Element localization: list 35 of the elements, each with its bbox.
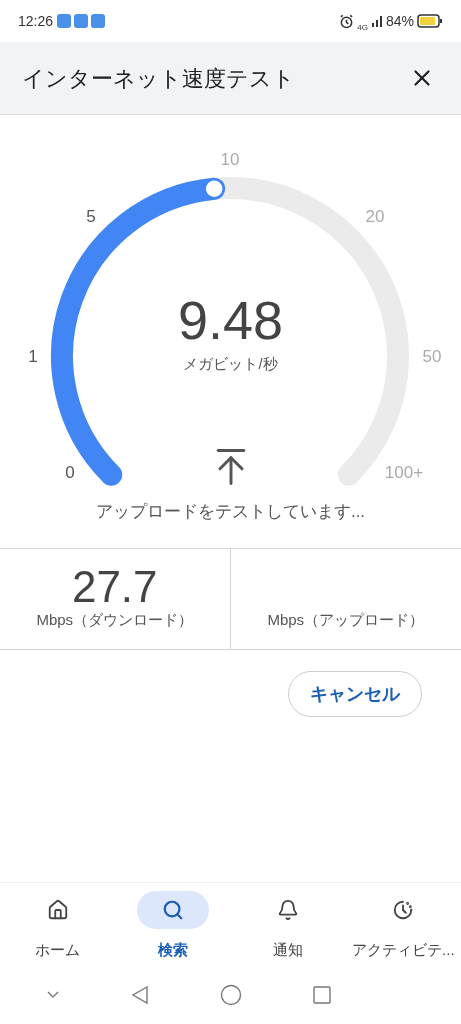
app-notification-icon bbox=[74, 14, 89, 28]
app-notification-icon bbox=[57, 14, 72, 28]
search-icon bbox=[161, 899, 184, 921]
signal-icon bbox=[370, 15, 383, 27]
chevron-down-icon[interactable] bbox=[45, 991, 60, 999]
recents-icon[interactable] bbox=[312, 986, 331, 1004]
gauge-tick-label: 5 bbox=[86, 206, 96, 229]
result-label: Mbps（アップロード） bbox=[267, 609, 425, 630]
bell-icon bbox=[277, 899, 300, 921]
alarm-icon bbox=[339, 13, 355, 29]
battery-icon bbox=[417, 14, 443, 28]
speed-value: 9.48 bbox=[177, 293, 284, 347]
home-circle-icon[interactable] bbox=[219, 984, 242, 1006]
network-type: 4G bbox=[357, 23, 368, 32]
result-label: Mbps（ダウンロード） bbox=[36, 609, 194, 630]
status-text: アップロードをテストしています... bbox=[95, 501, 366, 523]
gauge-tick-label: 100+ bbox=[384, 462, 424, 485]
nav-tab[interactable]: アクティビテ... bbox=[345, 891, 461, 974]
app-notification-icon bbox=[91, 14, 106, 28]
home-icon bbox=[46, 899, 69, 921]
gauge-tick-label: 20 bbox=[365, 206, 385, 229]
result-value: 27.7 bbox=[71, 564, 158, 609]
nav-tab[interactable]: 検索 bbox=[115, 891, 231, 974]
nav-tab[interactable]: ホーム bbox=[0, 891, 116, 974]
clock-icon bbox=[392, 899, 415, 921]
speed-unit: メガビット/秒 bbox=[183, 354, 278, 374]
header-title: インターネット速度テスト bbox=[22, 64, 295, 93]
battery-percent: 84% bbox=[385, 11, 414, 31]
back-icon[interactable] bbox=[130, 985, 149, 1005]
gauge-tick-label: 10 bbox=[220, 149, 240, 172]
gauge-tick-label: 50 bbox=[422, 346, 442, 369]
nav-tab[interactable]: 通知 bbox=[230, 891, 346, 974]
gauge-tick-label: 0 bbox=[65, 462, 75, 485]
status-time: 12:26 bbox=[18, 11, 54, 31]
gauge-tick-label: 1 bbox=[28, 346, 38, 369]
